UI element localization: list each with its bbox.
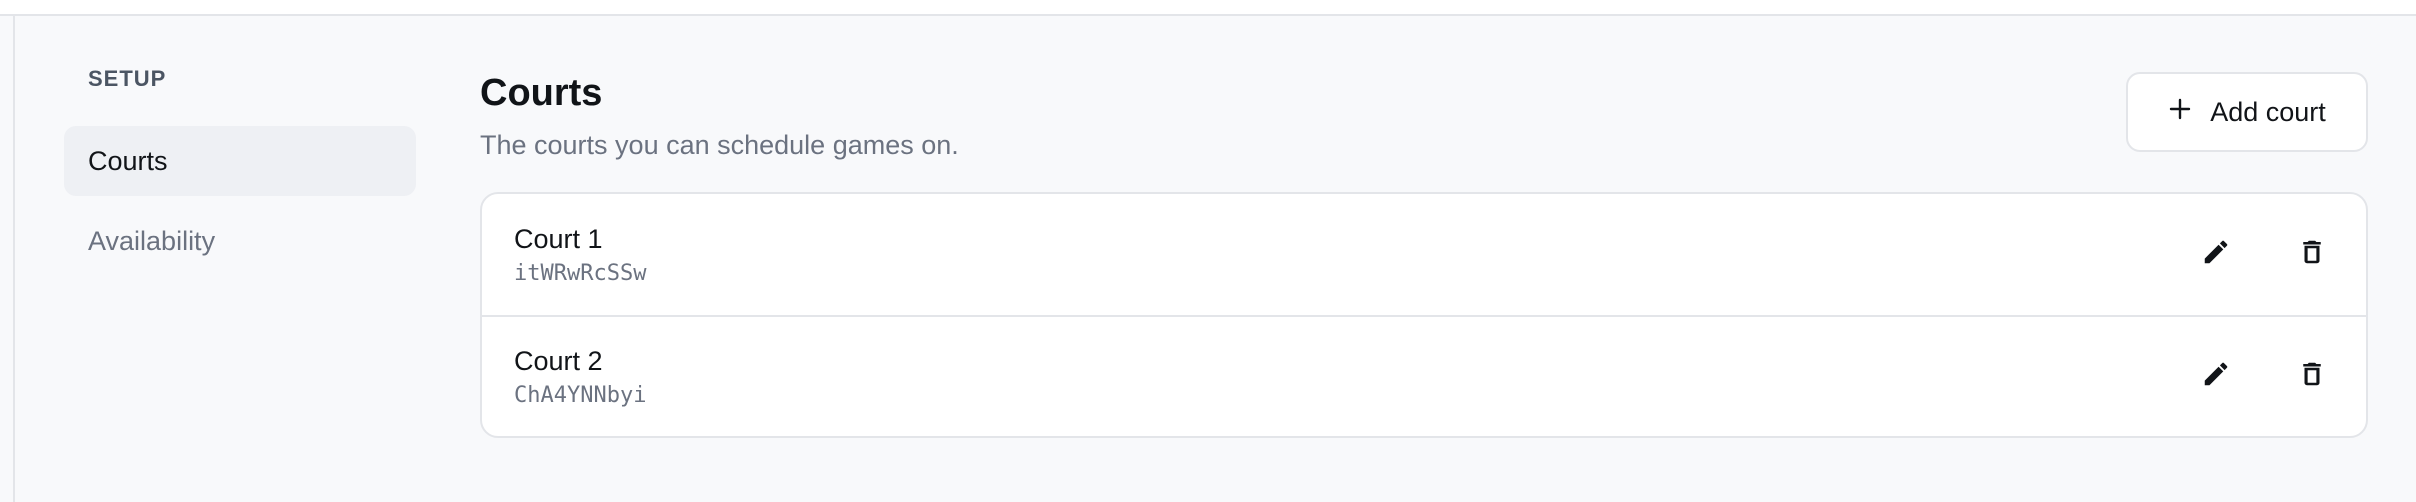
main-content: Courts The courts you can schedule games… [480, 70, 2368, 438]
sidebar-section-heading: SETUP [88, 66, 167, 91]
settings-sidebar: SETUP Courts Availability [64, 66, 416, 276]
trash-icon [2297, 359, 2327, 394]
court-name: Court 2 [514, 345, 603, 376]
sidebar-item-availability[interactable]: Availability [64, 206, 416, 276]
row-actions [2194, 355, 2334, 399]
court-name: Court 1 [514, 223, 603, 254]
pencil-icon [2201, 237, 2231, 272]
plus-icon [2168, 97, 2192, 128]
sidebar-list: Courts Availability [64, 126, 416, 276]
sidebar-item-label: Courts [88, 145, 168, 176]
row-actions [2194, 233, 2334, 277]
edit-court-button[interactable] [2194, 355, 2238, 399]
trash-icon [2297, 237, 2327, 272]
sidebar-item-courts[interactable]: Courts [64, 126, 416, 196]
page-title: Courts [480, 72, 603, 114]
sidebar-item-label: Availability [88, 225, 216, 256]
delete-court-button[interactable] [2290, 355, 2334, 399]
delete-court-button[interactable] [2290, 233, 2334, 277]
edit-court-button[interactable] [2194, 233, 2238, 277]
pencil-icon [2201, 359, 2231, 394]
court-id: itWRwRcSSw [514, 260, 647, 286]
list-item: Court 1 itWRwRcSSw [482, 194, 2366, 315]
add-court-label: Add court [2210, 96, 2326, 127]
courts-list: Court 1 itWRwRcSSw Court 2 ChA4YNNbyi [480, 192, 2368, 438]
page-subtitle: The courts you can schedule games on. [480, 130, 959, 160]
list-item: Court 2 ChA4YNNbyi [482, 315, 2366, 436]
add-court-button[interactable]: Add court [2126, 72, 2368, 152]
court-id: ChA4YNNbyi [514, 382, 647, 408]
top-bar [0, 0, 2416, 16]
left-divider [13, 16, 15, 502]
